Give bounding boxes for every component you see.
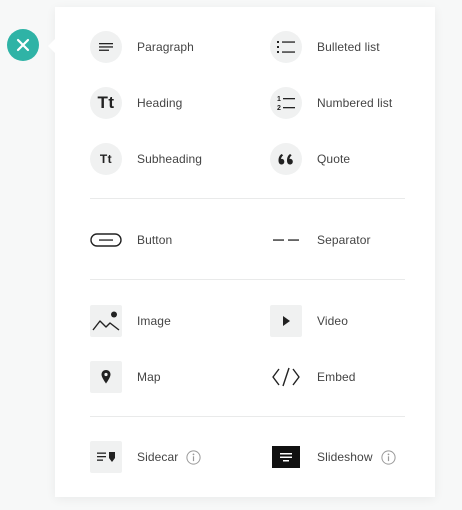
block-option-subheading[interactable]: Tt Subheading (90, 143, 202, 175)
numbered-list-icon: 1 2 (270, 87, 302, 119)
bulleted-list-icon (270, 31, 302, 63)
heading-icon: Tt (90, 87, 122, 119)
block-option-label: Paragraph (137, 40, 194, 54)
close-button[interactable] (7, 29, 39, 61)
button-icon (90, 224, 122, 256)
separator-icon (270, 224, 302, 256)
paragraph-icon (90, 31, 122, 63)
block-option-heading[interactable]: Tt Heading (90, 87, 182, 119)
section-divider (90, 198, 405, 199)
block-option-quote[interactable]: Quote (270, 143, 350, 175)
block-option-label: Quote (317, 152, 351, 166)
block-option-slideshow[interactable]: Slideshow (270, 441, 396, 473)
heading-glyph: Tt (97, 93, 115, 112)
block-option-label: Map (137, 370, 161, 384)
section-divider (90, 416, 405, 417)
block-option-separator[interactable]: Separator (270, 224, 371, 256)
info-icon[interactable] (186, 449, 201, 465)
block-option-label: Video (317, 314, 348, 328)
block-option-label: Subheading (137, 152, 203, 166)
block-picker-panel: Paragraph Bulleted list Tt Heading 1 2 N… (48, 7, 435, 497)
slideshow-icon (270, 441, 302, 473)
block-option-map[interactable]: Map (90, 361, 161, 393)
block-option-bulleted-list[interactable]: Bulleted list (270, 31, 380, 63)
block-option-label: Embed (317, 370, 356, 384)
block-option-embed[interactable]: Embed (270, 361, 356, 393)
block-option-button[interactable]: Button (90, 224, 172, 256)
block-option-video[interactable]: Video (270, 305, 348, 337)
image-icon (90, 305, 122, 337)
block-option-numbered-list[interactable]: 1 2 Numbered list (270, 87, 392, 119)
block-option-label: Heading (137, 96, 183, 110)
sidecar-icon (90, 441, 122, 473)
svg-text:1: 1 (277, 96, 281, 103)
close-icon (16, 38, 30, 52)
block-option-image[interactable]: Image (90, 305, 171, 337)
map-pin-icon (90, 361, 122, 393)
block-option-label: Image (137, 314, 171, 328)
block-option-label: Separator (317, 233, 371, 247)
embed-code-icon (270, 361, 302, 393)
section-divider (90, 279, 405, 280)
block-option-label: Sidecar (137, 450, 179, 464)
video-icon (270, 305, 302, 337)
block-option-label: Button (137, 233, 173, 247)
block-option-paragraph[interactable]: Paragraph (90, 31, 194, 63)
info-icon[interactable] (381, 449, 396, 465)
block-option-sidecar[interactable]: Sidecar (90, 441, 201, 473)
subheading-glyph: Tt (99, 152, 113, 166)
quote-icon (270, 143, 302, 175)
subheading-icon: Tt (90, 143, 122, 175)
block-option-label: Slideshow (317, 450, 373, 464)
block-option-label: Numbered list (317, 96, 393, 110)
svg-text:2: 2 (277, 105, 281, 112)
block-option-label: Bulleted list (317, 40, 380, 54)
